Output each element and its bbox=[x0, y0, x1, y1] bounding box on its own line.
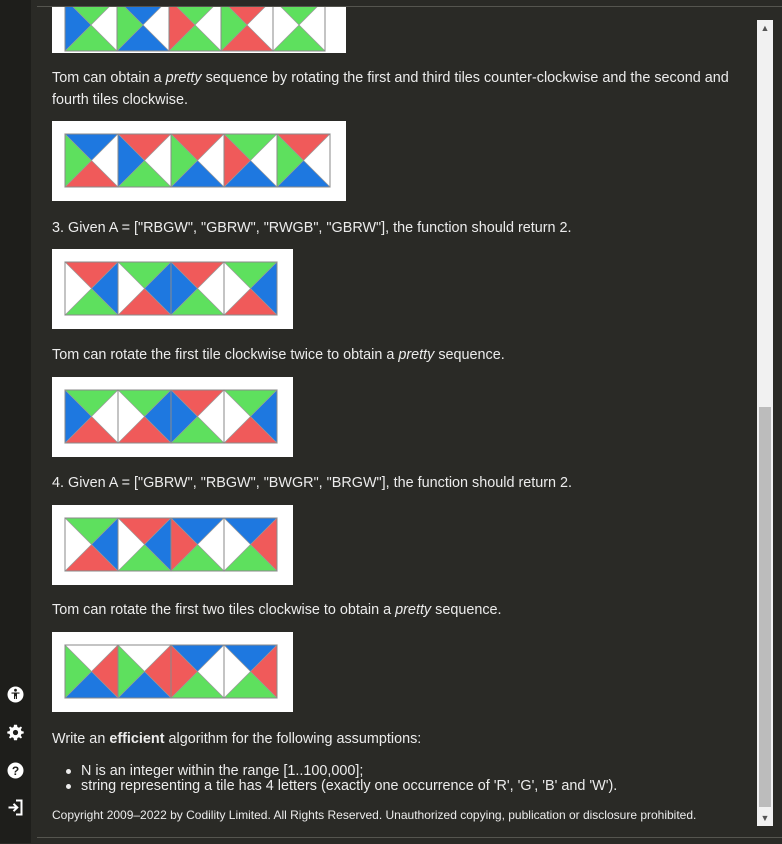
tile bbox=[223, 517, 278, 572]
tile-row-example-3 bbox=[52, 249, 293, 329]
assumptions-intro: Write an efficient algorithm for the fol… bbox=[52, 731, 422, 747]
scroll-down-arrow-icon[interactable]: ▼ bbox=[757, 810, 773, 826]
gear-icon[interactable] bbox=[7, 724, 24, 741]
tile-row-example-3-result bbox=[52, 377, 293, 457]
bullet-dot bbox=[66, 784, 71, 789]
tile bbox=[223, 644, 278, 699]
tile-row-graphic bbox=[64, 133, 331, 188]
tile-row-example-4 bbox=[52, 505, 293, 585]
tile-row-example-2-result bbox=[52, 121, 346, 201]
vertical-scrollbar[interactable]: ▲ ▼ bbox=[757, 20, 773, 826]
tile-row-graphic bbox=[64, 389, 278, 444]
copyright-notice: Copyright 2009–2022 by Codility Limited.… bbox=[52, 808, 697, 822]
paragraph-example-3-explanation: Tom can rotate the first tile clockwise … bbox=[52, 347, 505, 363]
tile bbox=[117, 389, 172, 444]
tile bbox=[117, 644, 172, 699]
tile bbox=[170, 517, 225, 572]
tile bbox=[220, 7, 274, 52]
tile bbox=[168, 7, 222, 52]
tile bbox=[272, 7, 326, 52]
assumption-item: N is an integer within the range [1..100… bbox=[66, 763, 721, 779]
paragraph-example-2-explanation: Tom can obtain a pretty sequence by rota… bbox=[52, 70, 729, 108]
tile bbox=[170, 389, 225, 444]
tile-row-top bbox=[52, 7, 346, 53]
tile bbox=[64, 389, 119, 444]
tile bbox=[117, 517, 172, 572]
svg-text:?: ? bbox=[12, 764, 19, 778]
tile bbox=[64, 261, 119, 316]
tile bbox=[223, 389, 278, 444]
tile bbox=[116, 7, 170, 52]
help-icon[interactable]: ? bbox=[7, 762, 24, 779]
tile-row-example-4-result bbox=[52, 632, 293, 712]
tile bbox=[64, 517, 119, 572]
bullet-dot bbox=[66, 769, 71, 774]
tile bbox=[170, 644, 225, 699]
tile-row-graphic bbox=[64, 7, 326, 52]
assumption-item: string representing a tile has 4 letters… bbox=[66, 778, 721, 794]
tile bbox=[64, 133, 119, 188]
tile bbox=[223, 261, 278, 316]
paragraph-example-4-explanation: Tom can rotate the first two tiles clock… bbox=[52, 602, 502, 618]
left-rail: ? bbox=[0, 0, 31, 843]
tile-row-graphic bbox=[64, 517, 278, 572]
tile bbox=[117, 261, 172, 316]
task-description: Tom can obtain a pretty sequence by rota… bbox=[37, 7, 757, 835]
scroll-up-arrow-icon[interactable]: ▲ bbox=[757, 20, 773, 36]
tile bbox=[276, 133, 331, 188]
example-4-heading: 4. Given A = ["GBRW", "RBGW", "BWGR", "B… bbox=[52, 475, 573, 491]
tile bbox=[170, 133, 225, 188]
tile bbox=[117, 133, 172, 188]
tile-row-graphic bbox=[64, 261, 278, 316]
tile bbox=[64, 7, 118, 52]
tile bbox=[170, 261, 225, 316]
tile-row-graphic bbox=[64, 644, 278, 699]
example-3-heading: 3. Given A = ["RBGW", "GBRW", "RWGB", "G… bbox=[52, 220, 572, 236]
sign-in-icon[interactable] bbox=[7, 799, 24, 816]
tile bbox=[223, 133, 278, 188]
scrollbar-thumb[interactable] bbox=[759, 407, 771, 807]
accessibility-icon[interactable] bbox=[7, 686, 24, 703]
tile bbox=[64, 644, 119, 699]
